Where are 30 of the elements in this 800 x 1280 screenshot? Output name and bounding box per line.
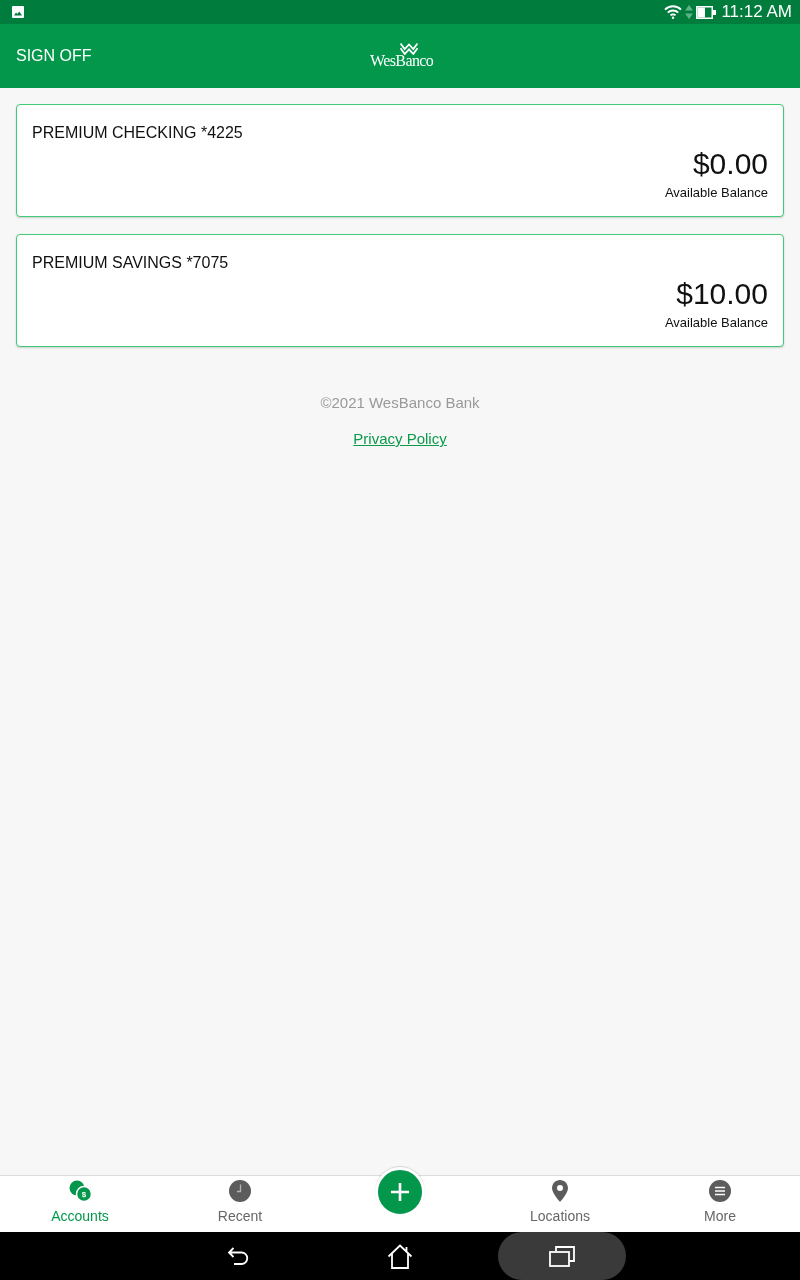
- clock-icon: [229, 1180, 251, 1202]
- map-pin-icon: [552, 1180, 568, 1202]
- overlapping-squares-icon: [549, 1245, 575, 1267]
- menu-icon: [709, 1180, 731, 1202]
- account-card[interactable]: PREMIUM SAVINGS *7075 $10.00 Available Balance: [16, 234, 784, 347]
- wifi-icon: [664, 5, 683, 19]
- balance-label: Available Balance: [664, 315, 768, 331]
- logo-mark-icon: [400, 43, 419, 55]
- nav-tab[interactable]: Recent: [160, 1176, 320, 1232]
- privacy-policy-link[interactable]: Privacy Policy: [353, 430, 447, 448]
- balance-amount: $10.00: [676, 277, 768, 311]
- nav-tab[interactable]: Locations: [480, 1176, 640, 1232]
- copyright-text: ©2021 WesBanco Bank: [320, 394, 480, 412]
- account-name: PREMIUM SAVINGS *7075: [32, 253, 229, 273]
- back-icon: [227, 1246, 249, 1266]
- balance-label: Available Balance: [664, 185, 768, 201]
- balance-amount: $0.00: [692, 147, 768, 181]
- nav-tab[interactable]: More: [640, 1176, 800, 1232]
- status-time: 11:12 AM: [721, 2, 792, 22]
- account-name: PREMIUM CHECKING *4225: [32, 123, 243, 143]
- plus-icon: [391, 1183, 409, 1201]
- logo-text: WesBanco: [370, 52, 434, 69]
- recent-apps-button[interactable]: [498, 1232, 626, 1280]
- data-arrows-icon: [685, 5, 694, 19]
- sign-off-button[interactable]: SIGN OFF: [16, 46, 92, 66]
- battery-icon: [696, 5, 717, 19]
- image-icon: [12, 6, 24, 18]
- home-icon: [387, 1243, 413, 1269]
- account-card[interactable]: PREMIUM CHECKING *4225 $0.00 Available Balance: [16, 104, 784, 217]
- nav-tab[interactable]: $ Accounts: [0, 1176, 160, 1232]
